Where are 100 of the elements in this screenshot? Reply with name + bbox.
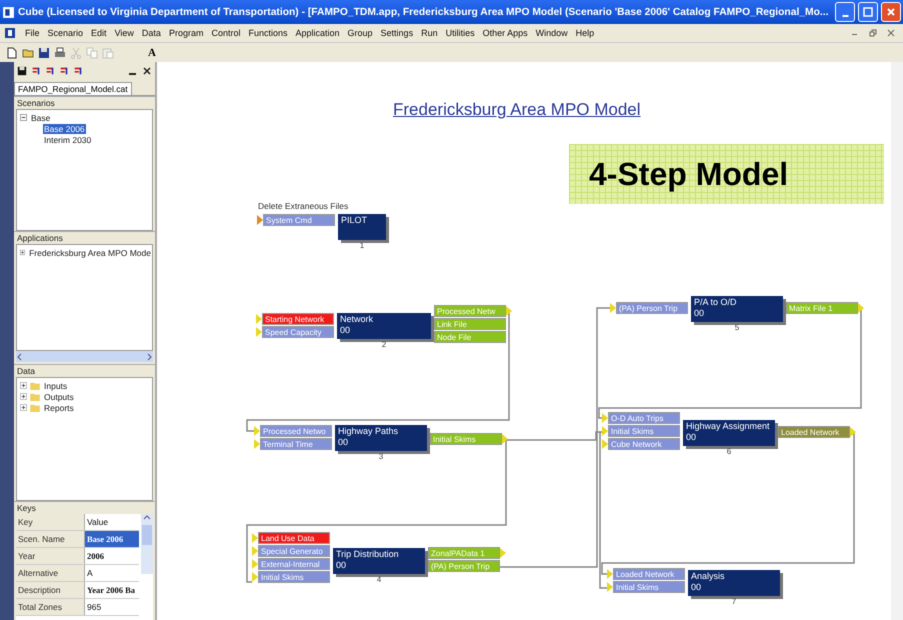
tree-item[interactable]: Inputs — [43, 380, 68, 390]
program-name: Highway Assignment — [686, 421, 771, 432]
program-code: 00 — [686, 432, 698, 443]
program-box[interactable]: PILOT — [338, 214, 386, 240]
program-box[interactable]: P/A to O/D 00 — [691, 296, 783, 322]
program-box[interactable]: Network 00 — [337, 313, 431, 339]
menu-item[interactable]: File — [22, 27, 43, 39]
program-box[interactable]: Highway Paths 00 — [335, 425, 427, 451]
minimize-icon — [842, 15, 848, 17]
expand-icon[interactable] — [20, 249, 26, 256]
program-name: PILOT — [341, 215, 368, 226]
open-folder-icon[interactable] — [22, 46, 34, 58]
column-header: Key — [16, 514, 85, 530]
menu-item[interactable]: Control — [208, 27, 244, 39]
program-box[interactable]: Highway Assignment 00 — [683, 420, 775, 446]
program-name: Highway Paths — [338, 426, 400, 437]
expand-icon[interactable] — [20, 393, 27, 400]
scroll-up-icon[interactable] — [143, 514, 151, 522]
table-cell: Year — [16, 548, 85, 564]
output-arrow-icon — [502, 434, 508, 444]
program-name: Analysis — [691, 571, 726, 582]
table-cell[interactable]: Base 2006 — [85, 531, 139, 547]
table-cell: Total Zones — [16, 599, 85, 615]
new-file-icon[interactable] — [6, 46, 18, 58]
catalog-tab[interactable]: FAMPO_Regional_Model.cat — [14, 82, 132, 95]
banner: 4-Step Model — [569, 144, 884, 204]
section-header: Scenarios — [16, 97, 56, 109]
menu-item[interactable]: Other Apps — [480, 27, 531, 39]
table-cell[interactable]: Year 2006 Ba — [85, 582, 139, 598]
save-icon[interactable] — [38, 46, 50, 58]
menu-item[interactable]: Run — [418, 27, 441, 39]
input-arrow-icon — [257, 215, 263, 225]
section-header: Applications — [16, 232, 64, 244]
tree-item[interactable]: Outputs — [43, 392, 75, 402]
program-code: 00 — [338, 437, 350, 448]
section-header: Data — [16, 365, 36, 377]
module-caption: Delete Extraneous Files — [258, 201, 348, 211]
menu-item[interactable]: Edit — [88, 27, 110, 39]
output-arrow-icon — [506, 306, 512, 316]
tree-item[interactable]: Fredericksburg Area MPO Mode — [28, 248, 152, 258]
menu-item[interactable]: Program — [166, 27, 206, 39]
horizontal-scrollbar[interactable] — [16, 351, 153, 362]
table-cell[interactable]: 965 — [85, 599, 139, 615]
output-arrow-icon — [850, 427, 856, 437]
maximize-button[interactable] — [858, 2, 878, 22]
menu-item[interactable]: Data — [138, 27, 164, 39]
menu-item[interactable]: Functions — [245, 27, 290, 39]
minimize-button[interactable] — [835, 2, 855, 22]
output-arrow-icon — [858, 303, 864, 313]
program-box[interactable]: Analysis 00 — [688, 570, 780, 596]
text-tool-button[interactable]: A — [146, 46, 158, 58]
collapse-icon[interactable] — [20, 114, 27, 121]
input-arrow-icon — [610, 303, 616, 313]
menu-item[interactable]: Group — [344, 27, 376, 39]
expand-icon[interactable] — [20, 382, 27, 389]
scroll-right-icon[interactable] — [145, 352, 153, 360]
menu-item[interactable]: View — [112, 27, 137, 39]
save-icon[interactable] — [17, 66, 27, 76]
step-number: 4 — [376, 575, 382, 584]
menu-item[interactable]: Application — [292, 27, 343, 39]
maximize-icon — [863, 7, 873, 17]
program-box[interactable]: Trip Distribution 00 — [333, 548, 425, 574]
table-cell[interactable]: 2006 — [85, 548, 139, 564]
tree-item[interactable]: Base 2006 — [43, 124, 86, 134]
app-icon — [2, 6, 15, 18]
program-name: P/A to O/D — [694, 297, 738, 308]
column-header: Value — [86, 516, 110, 529]
step-number: 6 — [726, 447, 732, 456]
input-file[interactable]: Land Use Data — [258, 532, 330, 544]
table-cell: Scen. Name — [16, 531, 85, 547]
vertical-scrollbar[interactable] — [891, 62, 903, 620]
print-icon[interactable] — [54, 46, 66, 58]
step-number: 2 — [382, 340, 386, 349]
section-header: Keys — [16, 502, 37, 514]
model-title-link[interactable]: Fredericksburg Area MPO Model — [393, 100, 641, 120]
table-cell[interactable]: A — [85, 565, 139, 581]
close-icon[interactable] — [142, 66, 152, 76]
vertical-scrollbar[interactable] — [141, 514, 153, 574]
close-button[interactable] — [881, 2, 901, 22]
menu-item[interactable]: Window — [532, 27, 571, 39]
tree-item[interactable]: Reports — [43, 402, 75, 412]
input-file[interactable]: Starting Network — [262, 313, 334, 325]
program-code: 00 — [691, 582, 702, 593]
step-number: 5 — [734, 323, 740, 332]
tree-item[interactable]: Base — [30, 112, 52, 122]
menu-item[interactable]: Settings — [378, 27, 416, 39]
expand-icon[interactable] — [20, 404, 27, 411]
tree-item[interactable]: Interim 2030 — [43, 134, 92, 144]
step-number: 1 — [360, 241, 364, 250]
close-icon — [886, 7, 896, 17]
menu-item[interactable]: Scenario — [44, 27, 86, 39]
program-code: 00 — [340, 325, 352, 336]
menu-item[interactable]: Help — [572, 27, 598, 39]
table-cell: Description — [16, 582, 85, 598]
scroll-left-icon[interactable] — [16, 352, 24, 360]
step-number: 7 — [732, 597, 736, 606]
step-number: 3 — [378, 452, 384, 461]
program-code: 00 — [694, 308, 706, 319]
restore-icon[interactable] — [869, 29, 877, 37]
menu-item[interactable]: Utilities — [442, 27, 478, 39]
